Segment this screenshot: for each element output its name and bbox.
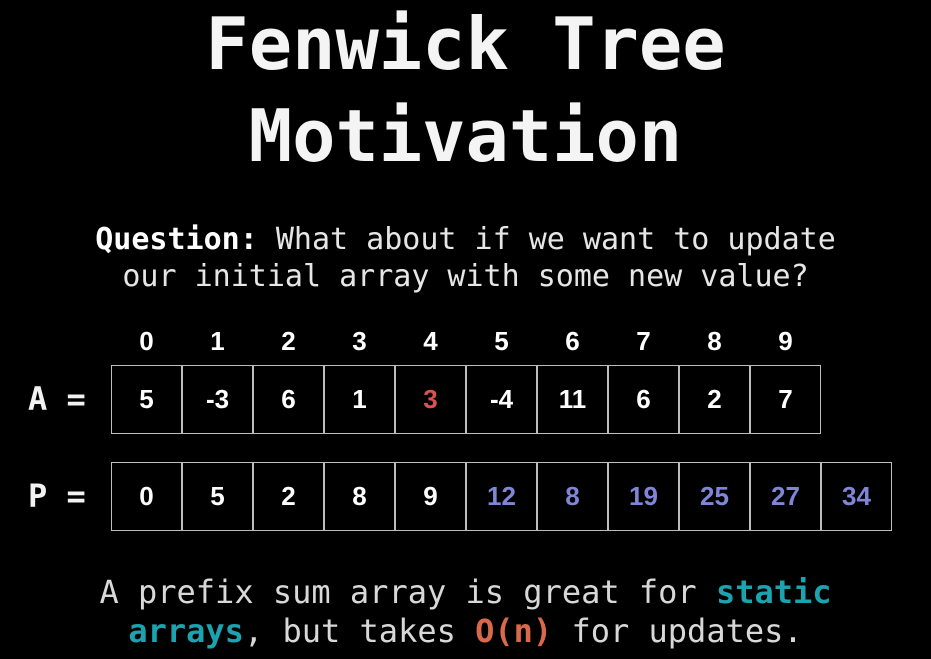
index-label: 3 [352,326,367,356]
footer-arrays-word: arrays [128,612,244,650]
array-p-cell: 8 [324,462,395,531]
footer-line-1: A prefix sum array is great for static [0,576,931,608]
array-a-cell: 3 [395,365,466,434]
array-p-cell: 9 [395,462,466,531]
array-a-cell: 6 [608,365,679,434]
array-a-cell: -4 [466,365,537,434]
footer-static-word: static [715,573,832,611]
array-p-cell: 2 [253,462,324,531]
title-line-1: Fenwick Tree [205,2,726,86]
array-p-cell: 12 [466,462,537,531]
footer-big-o: O(n) [475,612,553,650]
array-a-cell: -3 [182,365,253,434]
question-text-1: What about if we want to update [257,222,836,257]
array-p-cell: 34 [821,462,892,531]
index-label: 8 [707,326,722,356]
footer-line-2: arrays, but takes O(n) for updates. [0,615,931,647]
array-a-cell: 2 [679,365,750,434]
array-p-cell: 8 [537,462,608,531]
question-line-2: our initial array with some new value? [122,259,809,294]
array-p-cell: 27 [750,462,821,531]
index-label: 6 [565,326,580,356]
array-a-cell: 6 [253,365,324,434]
index-label: 7 [636,326,651,356]
array-a-label: A = [28,380,86,418]
array-a-cell: 1 [324,365,395,434]
question-line-1: Question: What about if we want to updat… [0,225,931,255]
array-p-cell: 19 [608,462,679,531]
index-label: 4 [423,326,438,356]
array-a-cell: 5 [111,365,182,434]
title-line-2: Motivation [248,94,683,178]
question-label: Question: [95,222,258,257]
array-p-cell: 5 [182,462,253,531]
array-p-cell: 0 [111,462,182,531]
index-label: 5 [494,326,509,356]
index-label: 2 [281,326,296,356]
index-label: 1 [210,326,225,356]
footer-text-1: A prefix sum array is great for [99,573,716,611]
footer-text-3: for updates. [552,612,803,650]
array-a-cell: 7 [750,365,821,434]
footer-text-2: , but takes [243,612,476,650]
array-p-cell: 25 [679,462,750,531]
array-p-label: P = [28,477,86,515]
index-label: 0 [139,326,154,356]
index-label: 9 [778,326,793,356]
array-a-cell: 11 [537,365,608,434]
